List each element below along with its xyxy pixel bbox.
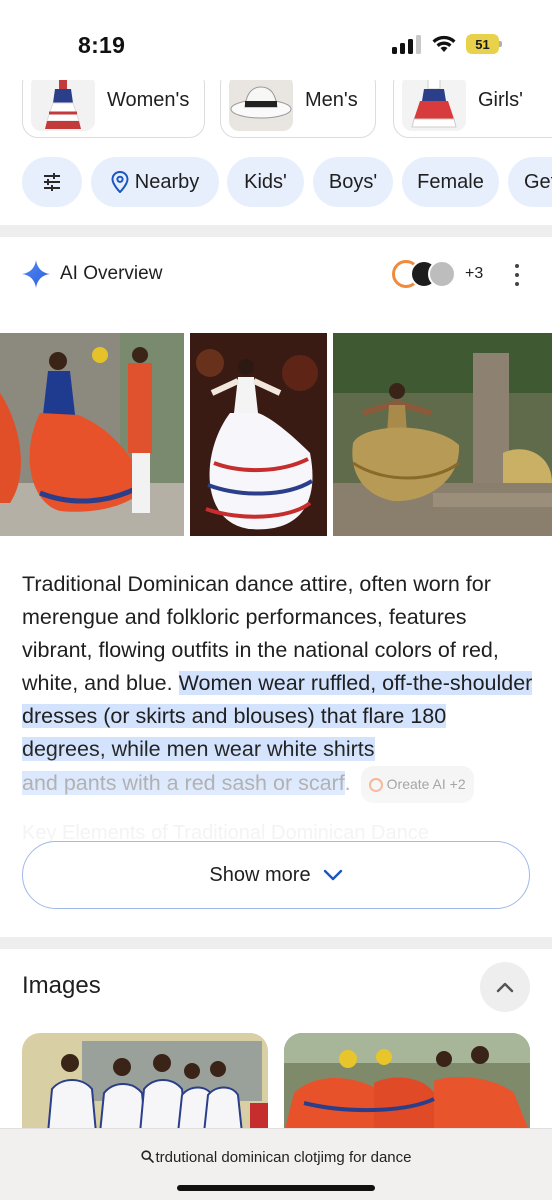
- filter-chip-row: Nearby Kids' Boys' Female Get: [0, 157, 552, 207]
- ai-image-dancer-white-dress[interactable]: [190, 333, 327, 536]
- more-options-icon[interactable]: [508, 262, 526, 288]
- location-pin-icon: [111, 171, 129, 193]
- category-thumb-mens: [229, 80, 293, 131]
- images-section-title: Images: [22, 972, 101, 999]
- image-result-1[interactable]: [22, 1033, 268, 1133]
- search-icon: [140, 1150, 154, 1163]
- ai-overview-title: AI Overview: [60, 263, 163, 284]
- category-card-womens[interactable]: Women's: [22, 80, 205, 138]
- ai-image-dancers-orange[interactable]: [0, 333, 184, 536]
- chip-nearby-label: Nearby: [134, 170, 200, 193]
- ai-overview-text: Traditional Dominican dance attire, ofte…: [22, 568, 534, 803]
- gemini-spark-icon: [22, 260, 50, 288]
- source-icons[interactable]: [392, 260, 462, 288]
- home-indicator[interactable]: [177, 1185, 375, 1191]
- chip-boys-label: Boys': [328, 170, 378, 193]
- category-thumb-womens: [31, 80, 95, 131]
- status-bar: 8:19 51: [0, 0, 552, 80]
- chip-female[interactable]: Female: [402, 157, 499, 207]
- category-label-mens: Men's: [305, 89, 358, 111]
- chevron-down-icon: [323, 869, 342, 881]
- collapse-images-button[interactable]: [480, 962, 530, 1012]
- category-label-girls: Girls': [478, 89, 523, 111]
- bottom-search-query[interactable]: trdutional dominican clotjimg for dance: [0, 1149, 552, 1166]
- chip-kids-label: Kids': [244, 170, 287, 193]
- source-chip-label: Oreate AI +2: [386, 776, 466, 792]
- source-icon-gray: [428, 260, 456, 288]
- source-more-count[interactable]: +3: [465, 265, 483, 283]
- image-result-2[interactable]: [284, 1033, 530, 1133]
- chip-get[interactable]: Get: [508, 157, 552, 207]
- chip-female-label: Female: [417, 170, 484, 193]
- ai-overview-text-period: .: [344, 771, 351, 796]
- section-divider-images: [0, 937, 552, 949]
- chevron-up-icon: [496, 982, 514, 993]
- ai-overview-header: AI Overview +3: [0, 248, 552, 300]
- ai-image-dancer-ruins[interactable]: [333, 333, 552, 536]
- chip-boys[interactable]: Boys': [313, 157, 393, 207]
- status-icons: 51: [392, 34, 502, 54]
- section-divider: [0, 225, 552, 237]
- source-ring-icon: [368, 777, 383, 792]
- status-time: 8:19: [78, 32, 126, 58]
- tune-icon: [44, 173, 60, 191]
- battery-level: 51: [475, 36, 490, 52]
- cellular-signal-icon: [392, 35, 421, 54]
- chip-nearby[interactable]: Nearby: [91, 157, 219, 207]
- source-chip-oreate[interactable]: Oreate AI +2: [360, 766, 474, 803]
- category-carousel: Women's Men's Girls': [0, 80, 552, 140]
- wifi-icon: [432, 35, 456, 52]
- filter-settings-chip[interactable]: [22, 157, 82, 207]
- chip-kids[interactable]: Kids': [227, 157, 304, 207]
- category-card-girls[interactable]: Girls': [393, 80, 552, 138]
- ai-overview-text-faded: and pants with a red sash or scarf: [22, 771, 345, 796]
- bottom-search-bar[interactable]: trdutional dominican clotjimg for dance: [0, 1128, 552, 1200]
- show-more-label: Show more: [209, 863, 311, 886]
- category-card-mens[interactable]: Men's: [220, 80, 376, 138]
- battery-icon: 51: [466, 34, 502, 54]
- bottom-search-query-text: trdutional dominican clotjimg for dance: [155, 1149, 412, 1166]
- category-label-womens: Women's: [107, 89, 190, 111]
- show-more-button[interactable]: Show more: [22, 841, 530, 909]
- category-thumb-girls: [402, 80, 466, 131]
- chip-get-label: Get: [524, 170, 552, 193]
